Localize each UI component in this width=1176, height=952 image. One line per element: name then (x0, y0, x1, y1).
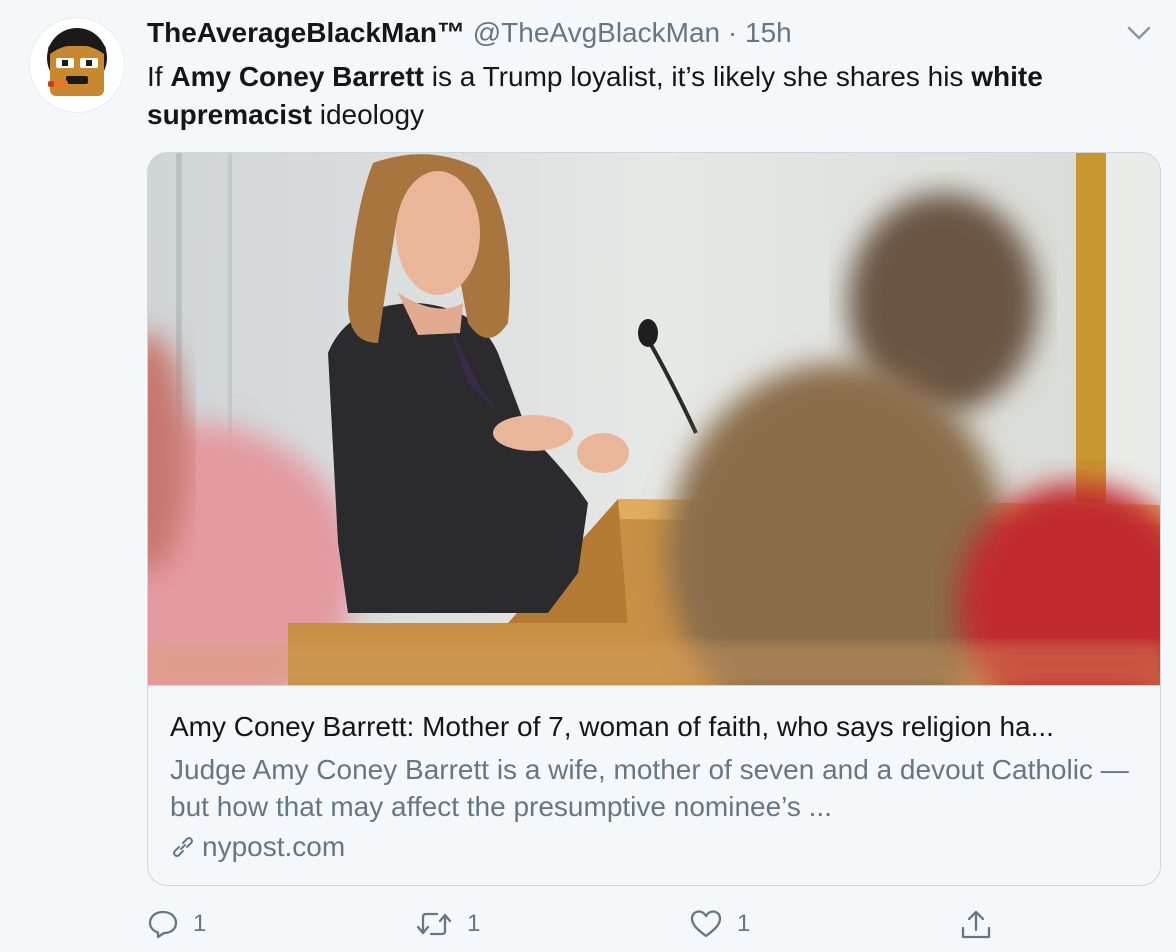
retweet-count: 1 (467, 910, 481, 937)
avatar[interactable] (30, 18, 124, 112)
reply-button[interactable]: 1 (147, 908, 206, 940)
reply-icon (148, 910, 178, 939)
tweet-text-bold: Amy Coney Barrett (170, 61, 424, 92)
card-domain-text: nypost.com (202, 831, 346, 862)
retweet-icon (416, 912, 452, 936)
share-icon (961, 910, 991, 939)
card-domain[interactable]: nypost.com (170, 829, 345, 865)
tweet-text: If Amy Coney Barrett is a Trump loyalist… (147, 58, 1147, 134)
link-preview-card[interactable]: Amy Coney Barrett: Mother of 7, woman of… (147, 152, 1161, 886)
tweet-text-part: If (147, 61, 171, 92)
chevron-down-icon[interactable] (1124, 18, 1154, 48)
card-description: Judge Amy Coney Barrett is a wife, mothe… (170, 754, 1129, 822)
user-handle[interactable]: @TheAvgBlackMan (473, 17, 720, 48)
heart-icon (690, 910, 722, 938)
like-button[interactable]: 1 (689, 908, 750, 940)
share-button[interactable] (959, 908, 1007, 942)
cartoon-face-avatar-icon (47, 28, 107, 96)
card-title[interactable]: Amy Coney Barrett: Mother of 7, woman of… (170, 709, 1140, 745)
tweet-header: TheAverageBlackMan™ @TheAvgBlackMan · 15… (147, 16, 1116, 50)
tweet-actions: 1 1 1 (147, 904, 1157, 952)
timestamp[interactable]: 15h (745, 17, 792, 48)
separator-dot: · (727, 17, 738, 48)
retweet-button[interactable]: 1 (415, 908, 480, 940)
card-image[interactable] (148, 153, 1160, 686)
tweet-text-part: ideology (311, 99, 425, 130)
like-count: 1 (737, 910, 751, 937)
link-icon (173, 837, 193, 857)
tweet-text-part: is a Trump loyalist, it’s likely she sha… (423, 61, 972, 92)
card-photo (148, 153, 1160, 685)
display-name[interactable]: TheAverageBlackMan™ (147, 17, 465, 48)
reply-count: 1 (193, 910, 207, 937)
